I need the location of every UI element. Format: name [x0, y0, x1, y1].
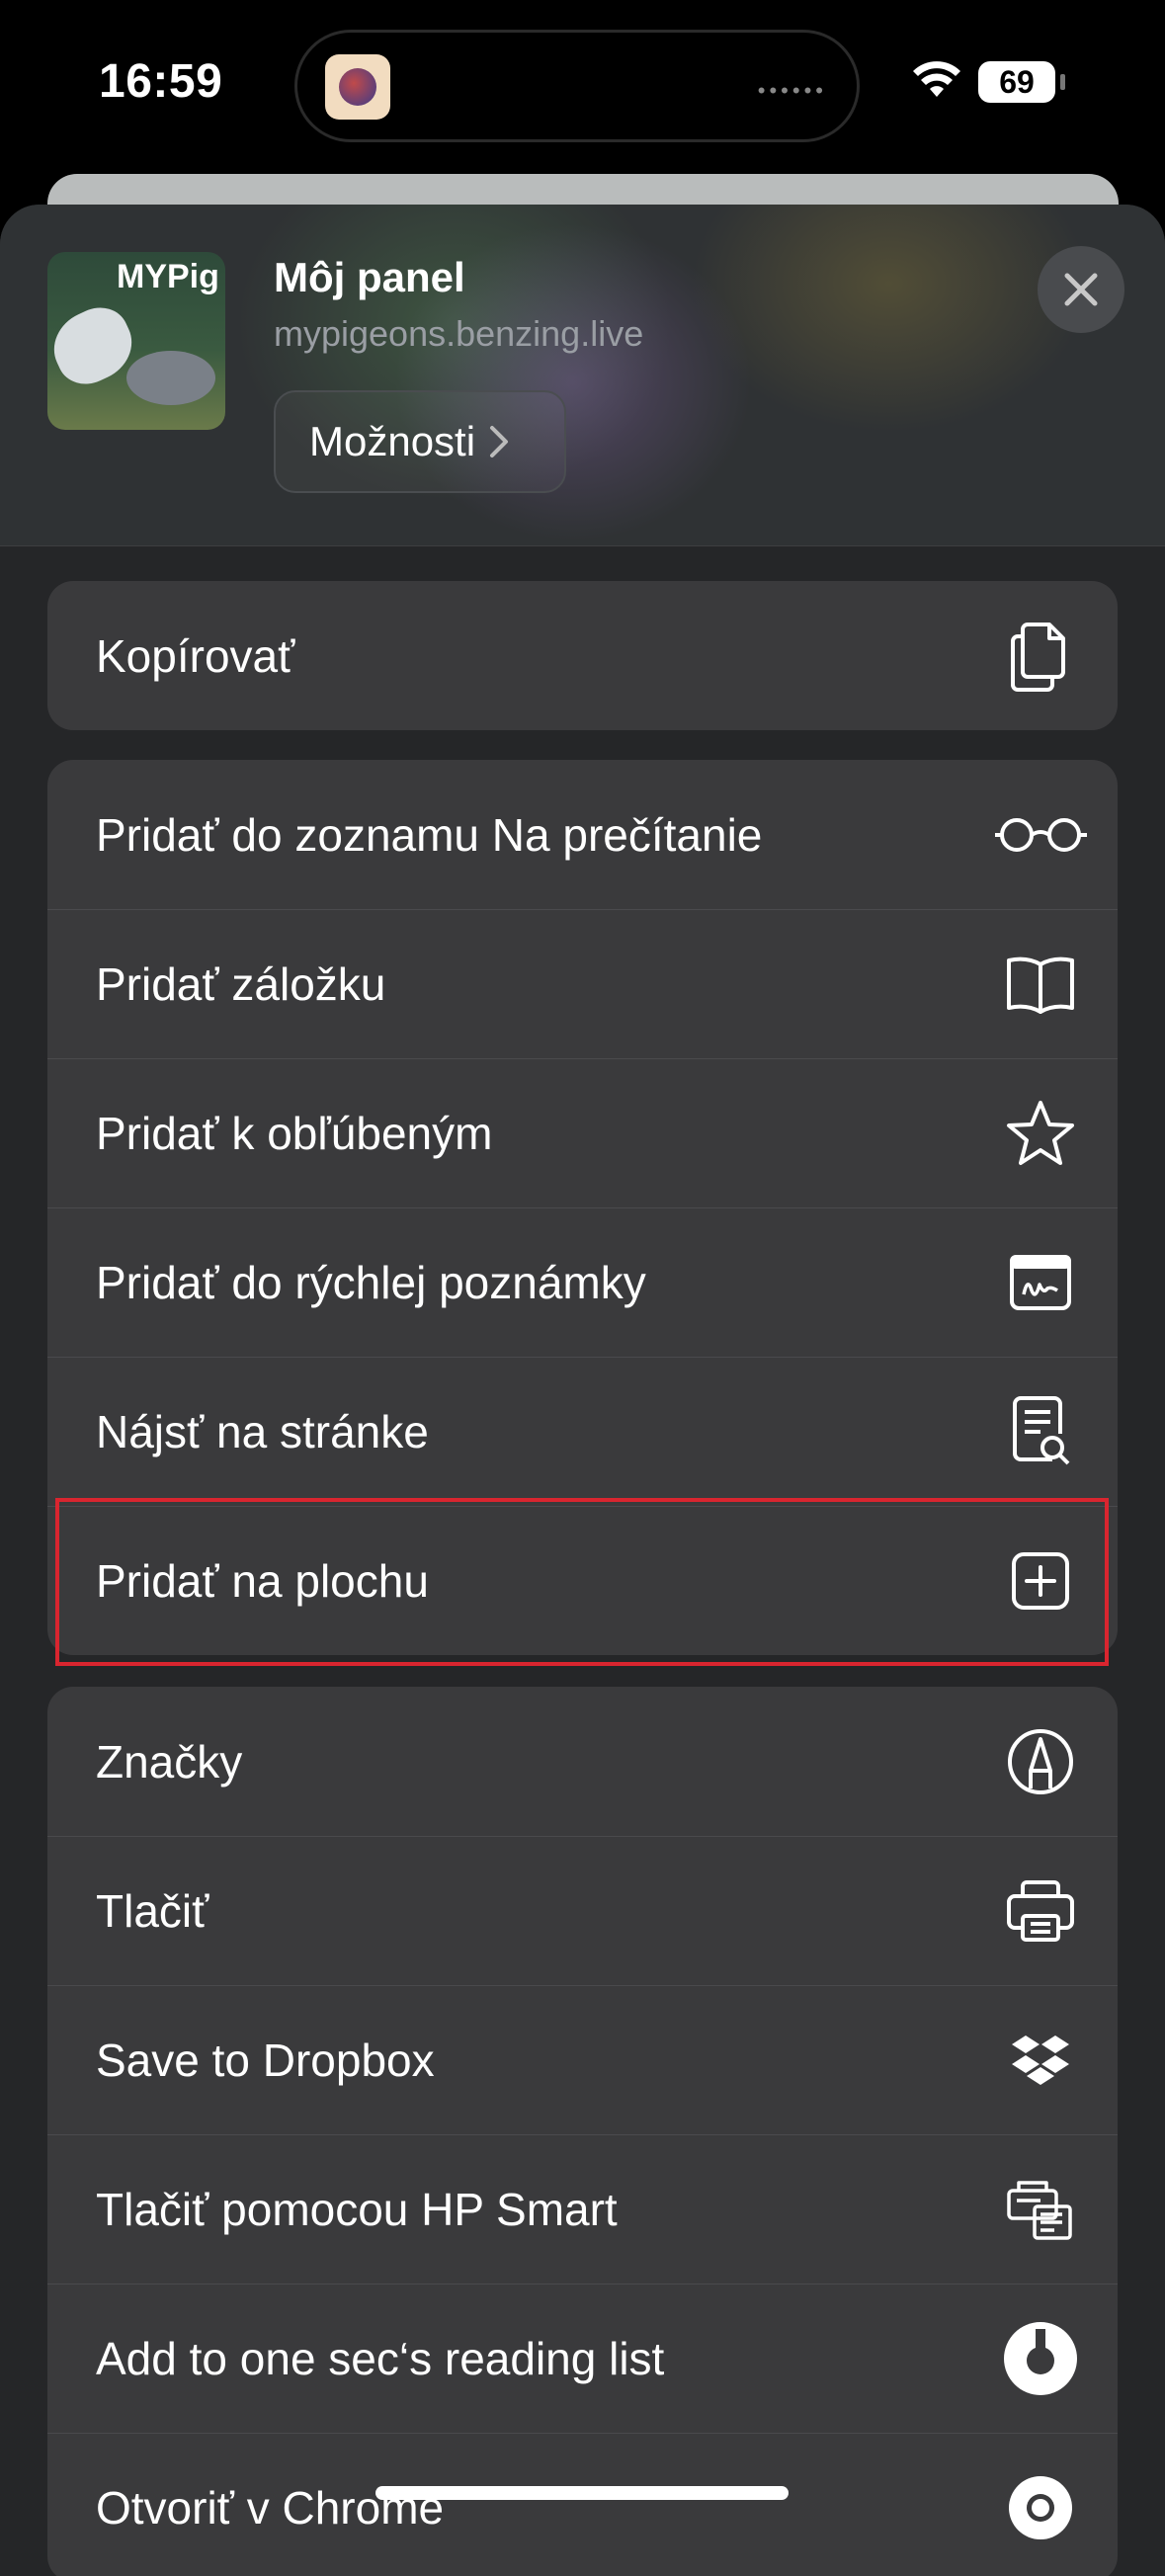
action-label: Add to one sec‘s reading list: [96, 2333, 665, 2384]
action-print-hp-smart[interactable]: Tlačiť pomocou HP Smart: [47, 2134, 1118, 2284]
hp-smart-icon: [1003, 2172, 1078, 2247]
share-header: MYPig Môj panel mypigeons.benzing.live M…: [0, 205, 1165, 546]
action-save-to-dropbox[interactable]: Save to Dropbox: [47, 1985, 1118, 2134]
action-label: Tlačiť pomocou HP Smart: [96, 2184, 618, 2235]
action-markup[interactable]: Značky: [47, 1687, 1118, 1836]
star-icon: [1003, 1096, 1078, 1171]
page-url: mypigeons.benzing.live: [274, 313, 644, 354]
quick-note-icon: [1003, 1245, 1078, 1320]
action-label: Nájsť na stránke: [96, 1406, 429, 1457]
find-on-page-icon: [1003, 1394, 1078, 1469]
chevron-right-icon: [490, 426, 509, 457]
action-open-in-chrome[interactable]: Otvoriť v Chrome: [47, 2433, 1118, 2576]
action-add-favorites[interactable]: Pridať k obľúbeným: [47, 1058, 1118, 1207]
home-indicator[interactable]: [375, 2486, 789, 2500]
action-group-add: Pridať do zoznamu Na prečítanie Pridať z…: [47, 760, 1118, 1655]
thumbnail-logo: MYPig: [117, 258, 219, 295]
action-group-copy: Kopírovať: [47, 581, 1118, 730]
markup-icon: [1003, 1724, 1078, 1799]
glasses-icon: [991, 797, 1090, 873]
activity-dots-icon: ••••••: [757, 78, 827, 103]
copy-icon: [1003, 619, 1078, 694]
action-label: Pridať do rýchlej poznámky: [96, 1257, 646, 1308]
status-time: 16:59: [99, 55, 223, 108]
share-sheet: MYPig Môj panel mypigeons.benzing.live M…: [0, 205, 1165, 2576]
close-button[interactable]: [1038, 246, 1124, 333]
action-copy[interactable]: Kopírovať: [47, 581, 1118, 730]
chrome-icon: [1003, 2470, 1078, 2545]
action-group-extensions: Značky Tlačiť Save to Dropbox Tlačiť pom…: [47, 1687, 1118, 2576]
print-icon: [1003, 1873, 1078, 1949]
dynamic-island[interactable]: ••••••: [294, 30, 860, 142]
action-label: Kopírovať: [96, 629, 295, 682]
add-square-icon: [1003, 1543, 1078, 1619]
action-find-on-page[interactable]: Nájsť na stránke: [47, 1357, 1118, 1506]
action-label: Pridať záložku: [96, 958, 386, 1010]
options-button[interactable]: Možnosti: [274, 390, 566, 493]
action-add-reading-list[interactable]: Pridať do zoznamu Na prečítanie: [47, 760, 1118, 909]
battery-indicator: 69: [978, 61, 1065, 103]
book-icon: [1003, 947, 1078, 1022]
action-print[interactable]: Tlačiť: [47, 1836, 1118, 1985]
action-add-quick-note[interactable]: Pridať do rýchlej poznámky: [47, 1207, 1118, 1357]
app-icon: [325, 54, 390, 120]
action-add-to-home-screen[interactable]: Pridať na plochu: [47, 1506, 1118, 1655]
page-title: Môj panel: [274, 254, 465, 300]
options-label: Možnosti: [309, 418, 476, 464]
close-icon: [1064, 273, 1098, 306]
dropbox-icon: [1003, 2023, 1078, 2098]
action-label: Značky: [96, 1735, 243, 1787]
action-label: Pridať do zoznamu Na prečítanie: [96, 808, 763, 861]
one-sec-icon: [1003, 2321, 1078, 2396]
action-add-bookmark[interactable]: Pridať záložku: [47, 909, 1118, 1058]
wifi-icon: [911, 61, 962, 106]
action-label: Save to Dropbox: [96, 2035, 435, 2086]
action-label: Pridať na plochu: [96, 1555, 429, 1607]
page-thumbnail: MYPig: [47, 252, 225, 430]
action-label: Tlačiť: [96, 1885, 209, 1937]
action-one-sec-reading-list[interactable]: Add to one sec‘s reading list: [47, 2284, 1118, 2433]
action-label: Pridať k obľúbeným: [96, 1108, 493, 1159]
